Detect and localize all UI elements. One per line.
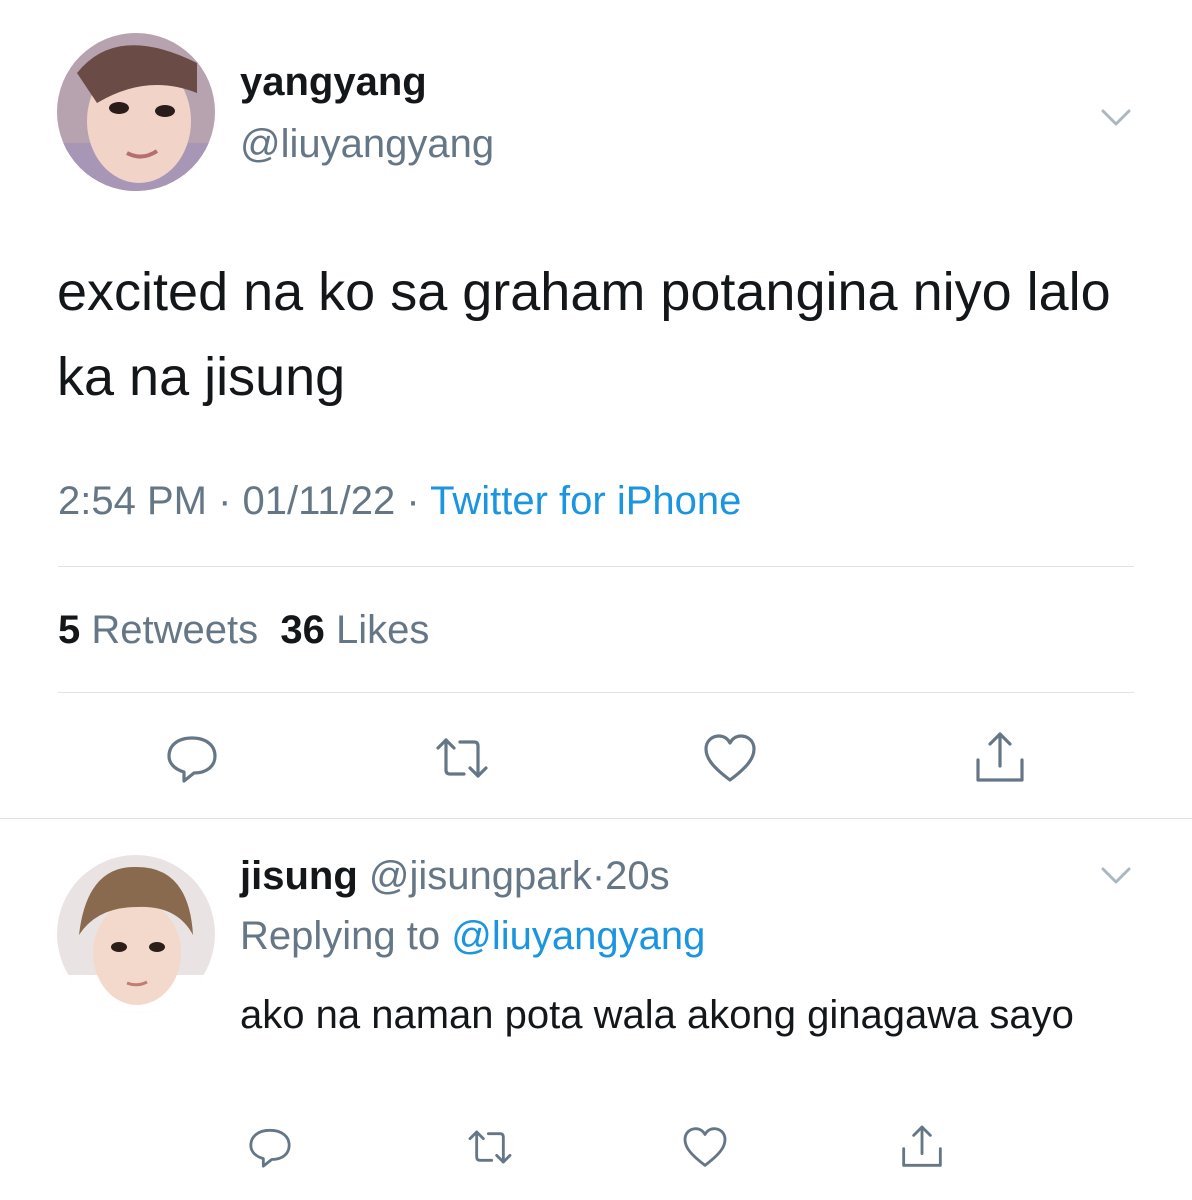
reply-header: jisung @jisungpark·20s (240, 856, 670, 896)
separator-dot: · (218, 479, 232, 523)
likes-label: Likes (335, 608, 430, 652)
display-name[interactable]: yangyang (240, 62, 427, 102)
tweet-text: ako na naman pota wala akong ginagawa sa… (240, 993, 1074, 1037)
avatar[interactable] (57, 855, 215, 1013)
retweet-icon[interactable] (432, 728, 492, 788)
retweet-icon[interactable] (465, 1122, 515, 1172)
avatar[interactable] (57, 33, 215, 191)
user-handle[interactable]: @liuyangyang (240, 124, 494, 164)
likes-stat[interactable]: 36 Likes (280, 608, 429, 652)
tweet-age: 20s (605, 854, 670, 898)
tweet-stats: 5 Retweets 36 Likes (58, 610, 429, 650)
replying-label: Replying to (240, 914, 441, 958)
separator-dot: · (591, 854, 606, 898)
divider (58, 692, 1134, 693)
reply-icon[interactable] (162, 728, 222, 788)
retweets-stat[interactable]: 5 Retweets (58, 608, 258, 652)
tweet-time: 2:54 PM (58, 479, 207, 523)
separator-dot: · (406, 479, 420, 523)
divider (0, 818, 1192, 819)
share-icon[interactable] (897, 1122, 947, 1172)
like-icon[interactable] (680, 1122, 730, 1172)
chevron-down-icon[interactable] (1097, 98, 1135, 136)
chevron-down-icon[interactable] (1097, 856, 1135, 894)
divider (58, 566, 1134, 567)
display-name[interactable]: jisung (240, 854, 358, 898)
share-icon[interactable] (970, 728, 1030, 788)
mention-link[interactable]: @liuyangyang (451, 914, 705, 958)
retweets-label: Retweets (91, 608, 259, 652)
retweets-count: 5 (58, 608, 81, 652)
replying-to: Replying to @liuyangyang (240, 916, 705, 956)
tweet-source-link[interactable]: Twitter for iPhone (430, 479, 741, 523)
like-icon[interactable] (700, 728, 760, 788)
tweet-metadata: 2:54 PM · 01/11/22 · Twitter for iPhone (58, 481, 741, 521)
tweet-date: 01/11/22 (242, 479, 396, 523)
likes-count: 36 (280, 608, 325, 652)
reply-icon[interactable] (245, 1122, 295, 1172)
user-handle[interactable]: @jisungpark (369, 854, 592, 898)
tweet-text: excited na ko sa graham potangina niyo l… (57, 262, 1111, 407)
